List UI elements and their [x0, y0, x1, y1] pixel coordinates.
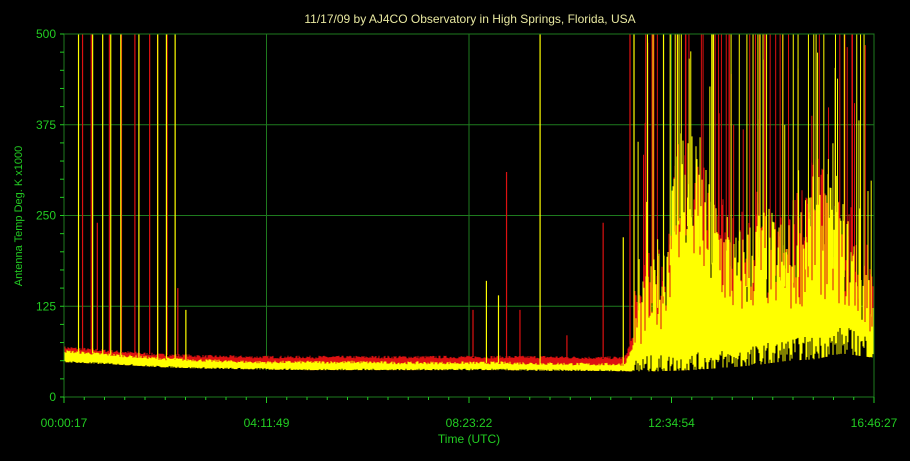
- x-axis-label: Time (UTC): [438, 432, 500, 446]
- chart-frame: 11/17/09 by AJ4CO Observatory in High Sp…: [0, 0, 910, 456]
- y-tick-label: 125: [36, 299, 56, 313]
- y-tick-label: 0: [49, 390, 56, 404]
- x-tick-label: 16:46:27: [851, 416, 898, 430]
- x-tick-label: 04:11:49: [244, 416, 290, 430]
- x-tick-label: 08:23:22: [446, 416, 493, 430]
- y-axis-label: Antenna Temp Deg. K x1000: [13, 146, 25, 286]
- antenna-temp-chart: 11/17/09 by AJ4CO Observatory in High Sp…: [0, 0, 910, 456]
- y-tick-label: 375: [36, 118, 56, 132]
- x-tick-label: 00:00:17: [41, 416, 88, 430]
- x-tick-label: 12:34:54: [648, 416, 695, 430]
- y-tick-label: 250: [36, 209, 56, 223]
- chart-title: 11/17/09 by AJ4CO Observatory in High Sp…: [304, 12, 635, 26]
- y-tick-label: 500: [36, 27, 56, 41]
